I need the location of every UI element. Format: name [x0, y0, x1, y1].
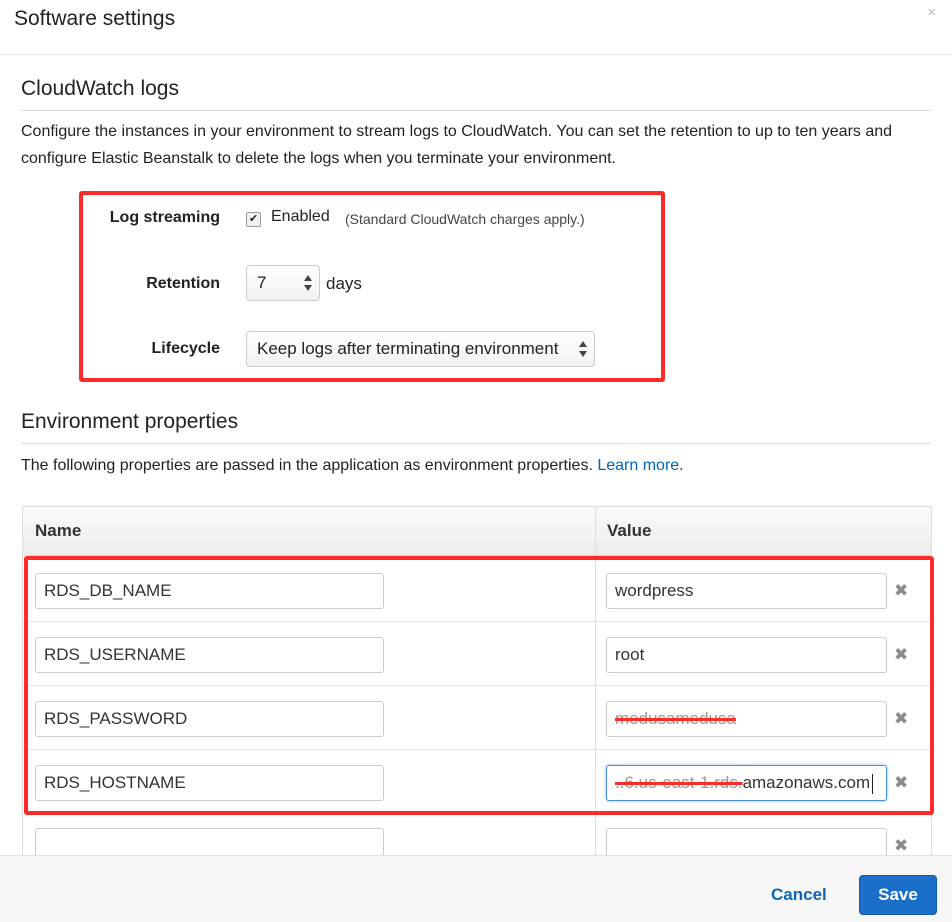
section-divider [21, 443, 931, 444]
cloudwatch-heading: CloudWatch logs [21, 77, 179, 100]
env-heading: Environment properties [21, 410, 239, 433]
annotation-highlight-env [24, 556, 934, 815]
save-button[interactable]: Save [859, 875, 937, 915]
column-header-value: Value [607, 521, 652, 540]
delete-row-icon[interactable]: ✖ [894, 836, 908, 855]
dialog-title: Software settings [14, 7, 176, 30]
column-header-name: Name [35, 521, 82, 540]
dialog-header: Software settings × [0, 0, 952, 55]
table-header: Name Value [23, 507, 931, 556]
dialog-footer: Cancel Save [0, 855, 952, 922]
cancel-button[interactable]: Cancel [771, 885, 827, 905]
env-value-input[interactable] [606, 828, 887, 855]
annotation-highlight-cloudwatch [79, 191, 665, 382]
env-description-period: . [679, 457, 684, 474]
close-icon[interactable]: × [927, 4, 936, 21]
env-description-text: The following properties are passed in t… [21, 457, 593, 474]
section-divider [21, 110, 931, 111]
env-name-input[interactable] [35, 828, 384, 855]
env-description: The following properties are passed in t… [21, 452, 936, 479]
dialog-body[interactable]: CloudWatch logs Configure the instances … [0, 55, 952, 855]
cloudwatch-description: Configure the instances in your environm… [21, 123, 893, 167]
learn-more-link[interactable]: Learn more [597, 457, 679, 474]
